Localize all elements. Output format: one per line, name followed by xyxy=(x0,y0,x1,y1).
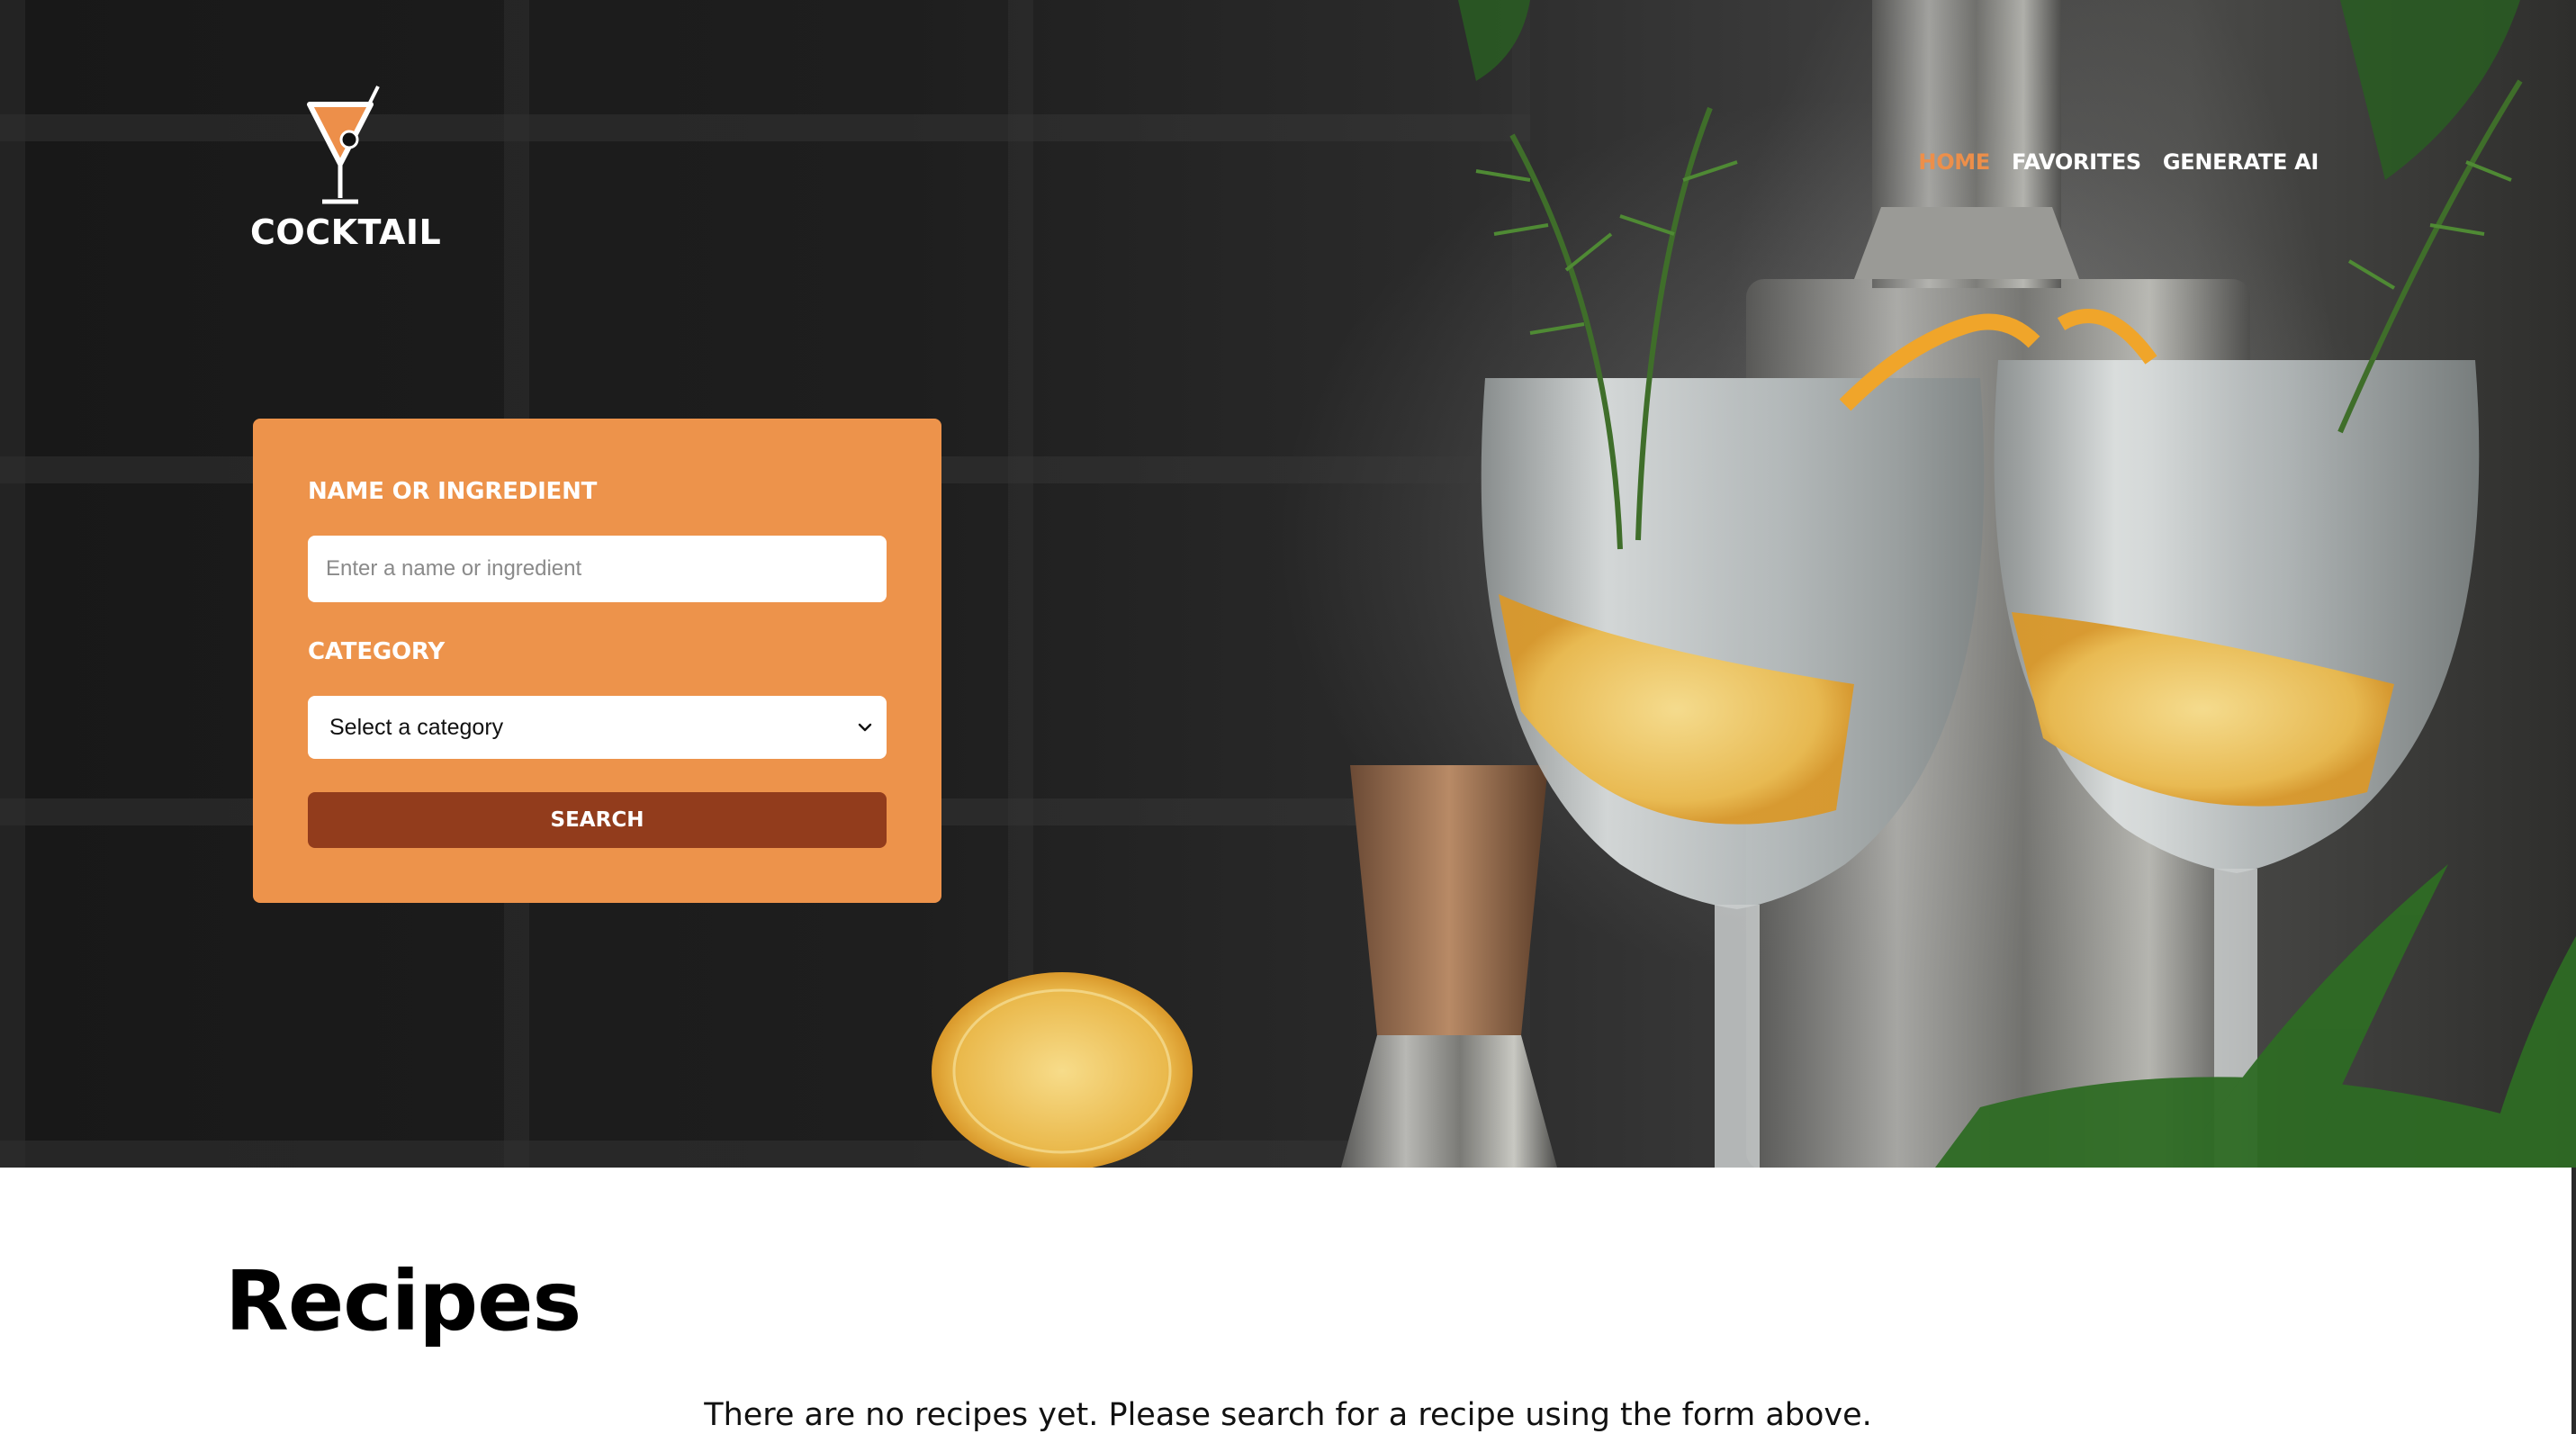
chevron-down-icon xyxy=(858,723,872,732)
search-button[interactable]: SEARCH xyxy=(308,792,887,848)
name-ingredient-input[interactable] xyxy=(308,536,887,602)
nav-item-home[interactable]: HOME xyxy=(1918,149,1990,175)
brand-logo[interactable]: COCKTAIL xyxy=(250,81,442,252)
empty-state-message: There are no recipes yet. Please search … xyxy=(704,1397,1872,1433)
main-nav: HOME FAVORITES GENERATE AI xyxy=(1918,149,2319,175)
martini-glass-icon xyxy=(307,86,380,204)
nav-item-favorites[interactable]: FAVORITES xyxy=(2012,149,2141,175)
category-label: CATEGORY xyxy=(308,638,445,665)
nav-item-generate-ai[interactable]: GENERATE AI xyxy=(2163,149,2319,175)
category-selected-value: Select a category xyxy=(329,714,504,740)
hero-banner: COCKTAIL HOME FAVORITES GENERATE AI NAME… xyxy=(0,0,2576,1168)
page-title: Recipes xyxy=(225,1253,581,1349)
category-select[interactable]: Select a category xyxy=(308,696,887,759)
name-ingredient-label: NAME OR INGREDIENT xyxy=(308,478,598,505)
recipes-section: Recipes There are no recipes yet. Please… xyxy=(0,1168,2576,1434)
search-form: NAME OR INGREDIENT CATEGORY Select a cat… xyxy=(253,419,941,903)
window-edge xyxy=(2571,1168,2576,1434)
brand-name: COCKTAIL xyxy=(250,212,442,252)
